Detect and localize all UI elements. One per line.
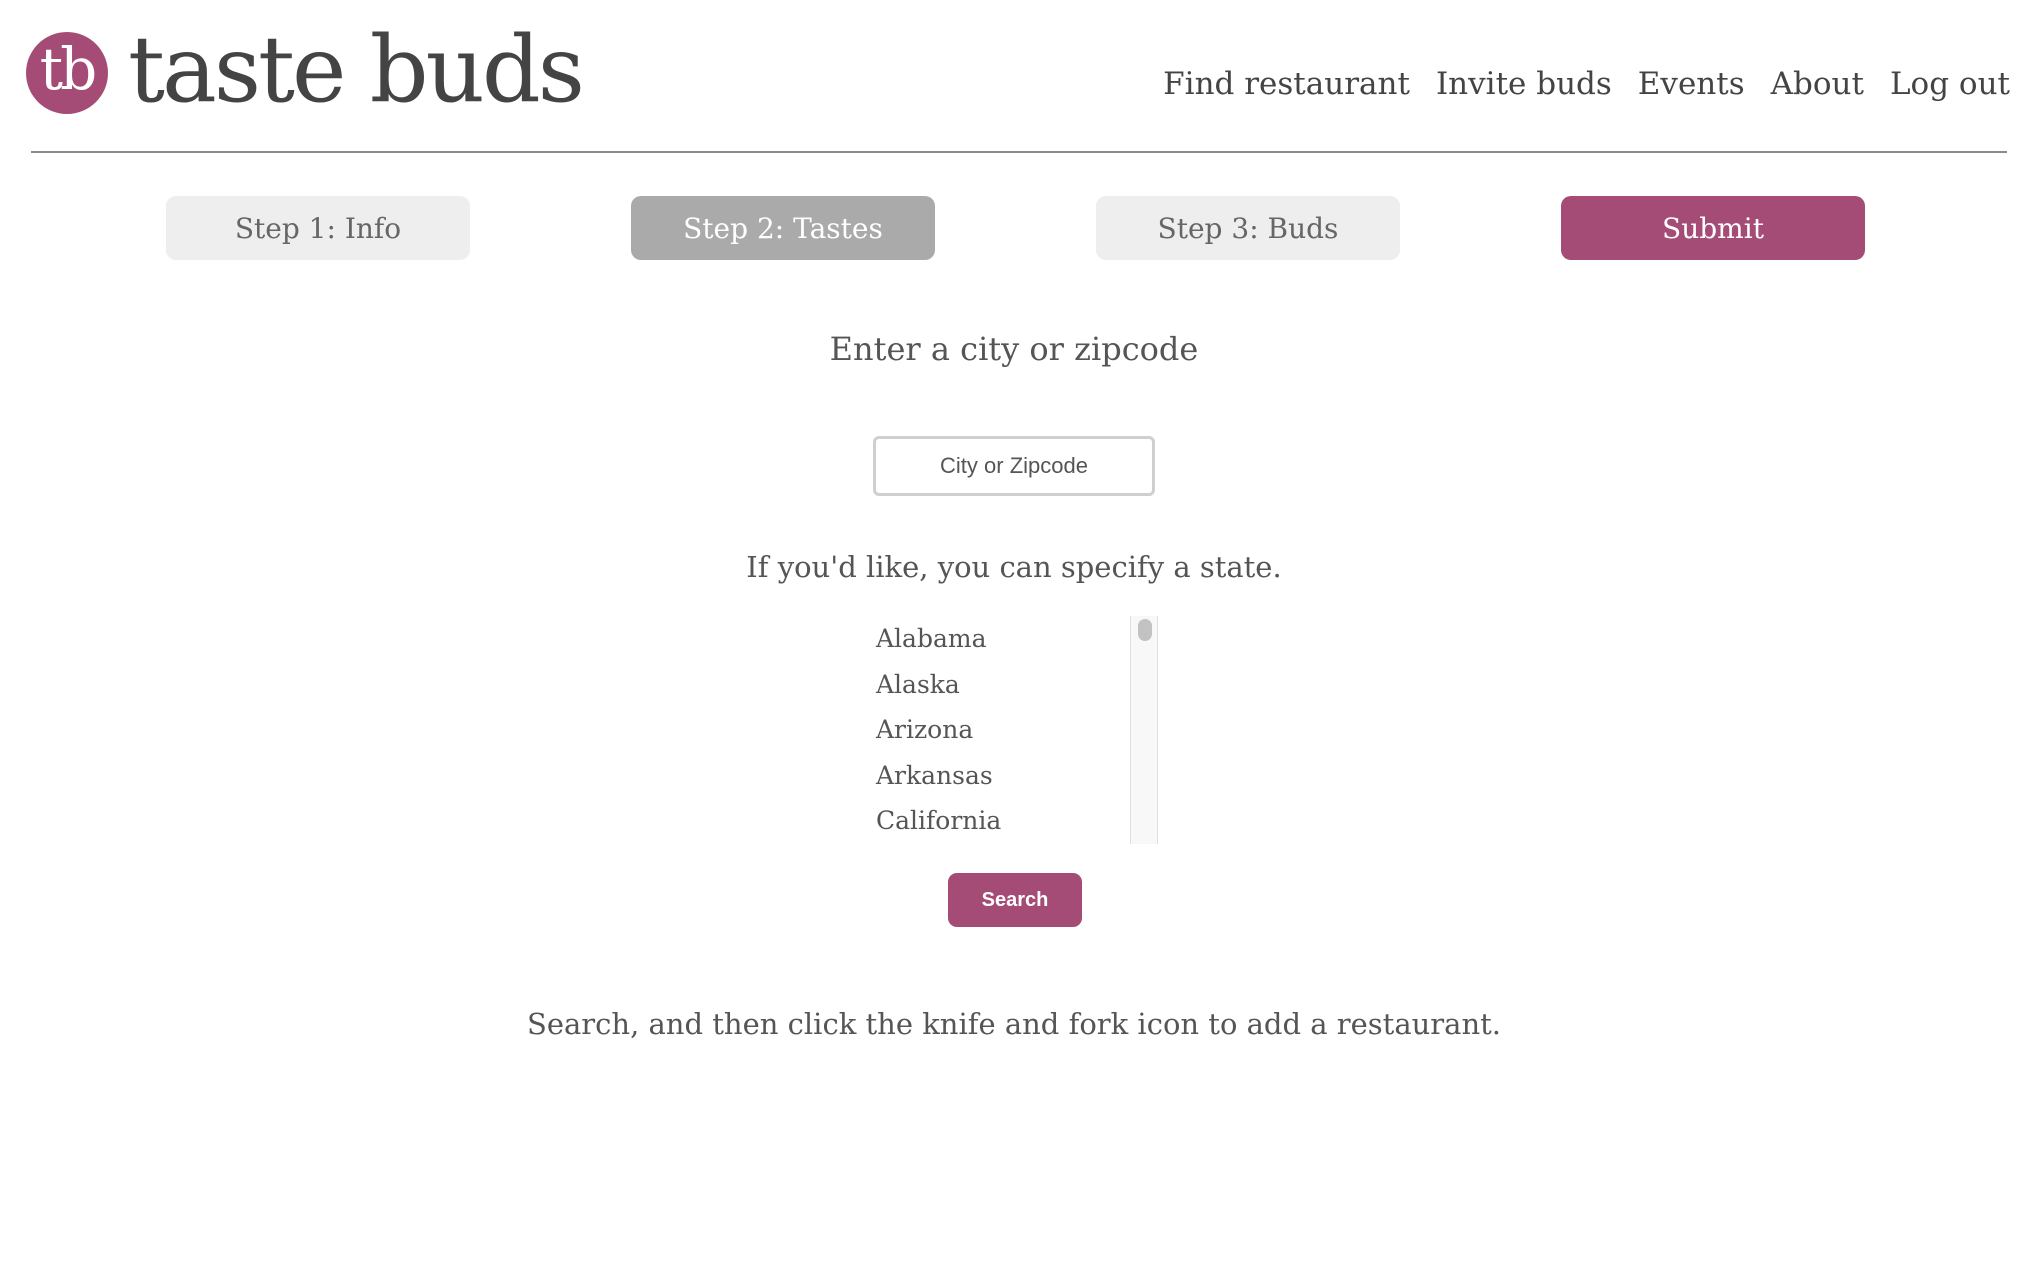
step-3-buds-button[interactable]: Step 3: Buds <box>1096 196 1400 260</box>
state-option[interactable]: Arkansas <box>872 753 1128 799</box>
city-zipcode-input[interactable] <box>873 436 1155 496</box>
city-prompt: Enter a city or zipcode <box>829 330 1199 368</box>
search-button[interactable]: Search <box>948 873 1082 927</box>
step-2-tastes-button[interactable]: Step 2: Tastes <box>631 196 935 260</box>
state-option[interactable]: Alaska <box>872 662 1128 708</box>
search-hint-text: Search, and then click the knife and for… <box>526 1007 1502 1041</box>
submit-button[interactable]: Submit <box>1561 196 1865 260</box>
nav-events[interactable]: Events <box>1638 66 1745 102</box>
state-select-list[interactable]: Alabama Alaska Arizona Arkansas Californ… <box>872 616 1160 844</box>
logo-badge: tb <box>26 32 108 114</box>
nav-about[interactable]: About <box>1771 66 1864 102</box>
step-tabs: Step 1: Info Step 2: Tastes Step 3: Buds… <box>0 196 2028 260</box>
header-divider <box>31 151 2007 153</box>
nav-find-restaurant[interactable]: Find restaurant <box>1163 66 1410 102</box>
brand-name: taste buds <box>128 16 585 123</box>
state-option[interactable]: Arizona <box>872 707 1128 753</box>
step-1-info-button[interactable]: Step 1: Info <box>166 196 470 260</box>
nav-log-out[interactable]: Log out <box>1890 66 2010 102</box>
state-option[interactable]: Alabama <box>872 616 1128 662</box>
logo[interactable]: tb taste buds <box>26 24 585 116</box>
scrollbar-thumb[interactable] <box>1138 619 1152 641</box>
state-list-scrollbar[interactable] <box>1130 616 1158 844</box>
state-prompt: If you'd like, you can specify a state. <box>746 550 1282 584</box>
state-option[interactable]: California <box>872 798 1128 844</box>
state-options: Alabama Alaska Arizona Arkansas Californ… <box>872 616 1128 844</box>
top-nav: Find restaurant Invite buds Events About… <box>1163 66 2010 102</box>
nav-invite-buds[interactable]: Invite buds <box>1436 66 1612 102</box>
